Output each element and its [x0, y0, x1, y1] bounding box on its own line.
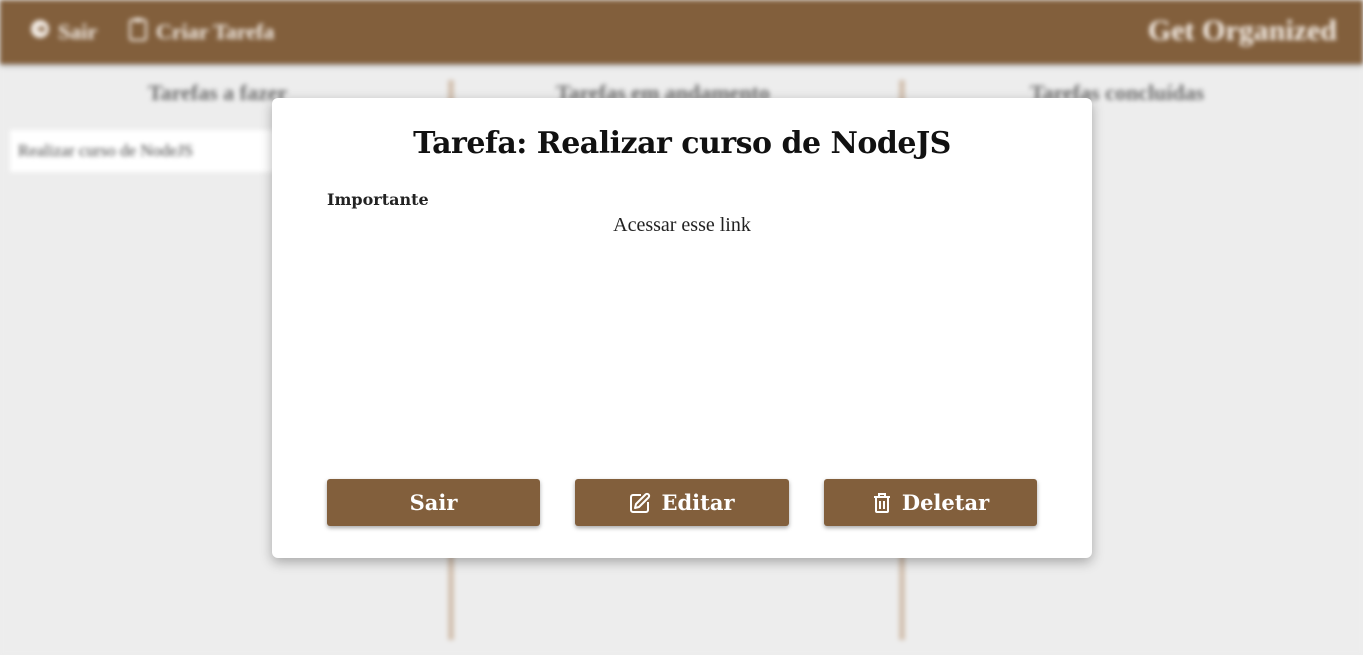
delete-button[interactable]: Deletar — [824, 479, 1037, 526]
exit-icon — [30, 19, 50, 45]
priority-label: Importante — [327, 190, 429, 209]
task-card[interactable]: Realizar curso de NodeJS — [10, 130, 310, 172]
nav-exit-link[interactable]: Sair — [30, 18, 97, 46]
task-detail-modal: Tarefa: Realizar curso de NodeJS Importa… — [272, 98, 1092, 558]
trash-icon — [872, 492, 892, 514]
nav-exit-label: Sair — [58, 19, 98, 44]
edit-button[interactable]: Editar — [575, 479, 789, 526]
app-root: Sair Criar Tarefa Get Organized Tarefas … — [0, 0, 1363, 655]
clipboard-icon — [128, 17, 148, 47]
brand-logo-text: Get Organized — [1147, 14, 1337, 47]
nav-create-label: Criar Tarefa — [156, 19, 275, 44]
edit-button-label: Editar — [661, 490, 735, 515]
edit-icon — [629, 492, 651, 514]
delete-button-label: Deletar — [901, 490, 990, 515]
nav-create-task-link[interactable]: Criar Tarefa — [128, 18, 274, 46]
top-navbar: Sair Criar Tarefa Get Organized — [0, 0, 1363, 64]
modal-title: Tarefa: Realizar curso de NodeJS — [413, 126, 951, 161]
column-title-todo: Tarefas a fazer — [148, 80, 288, 105]
exit-button-label: Sair — [409, 490, 458, 515]
task-description: Acessar esse link — [613, 214, 751, 236]
exit-button[interactable]: Sair — [327, 479, 540, 526]
